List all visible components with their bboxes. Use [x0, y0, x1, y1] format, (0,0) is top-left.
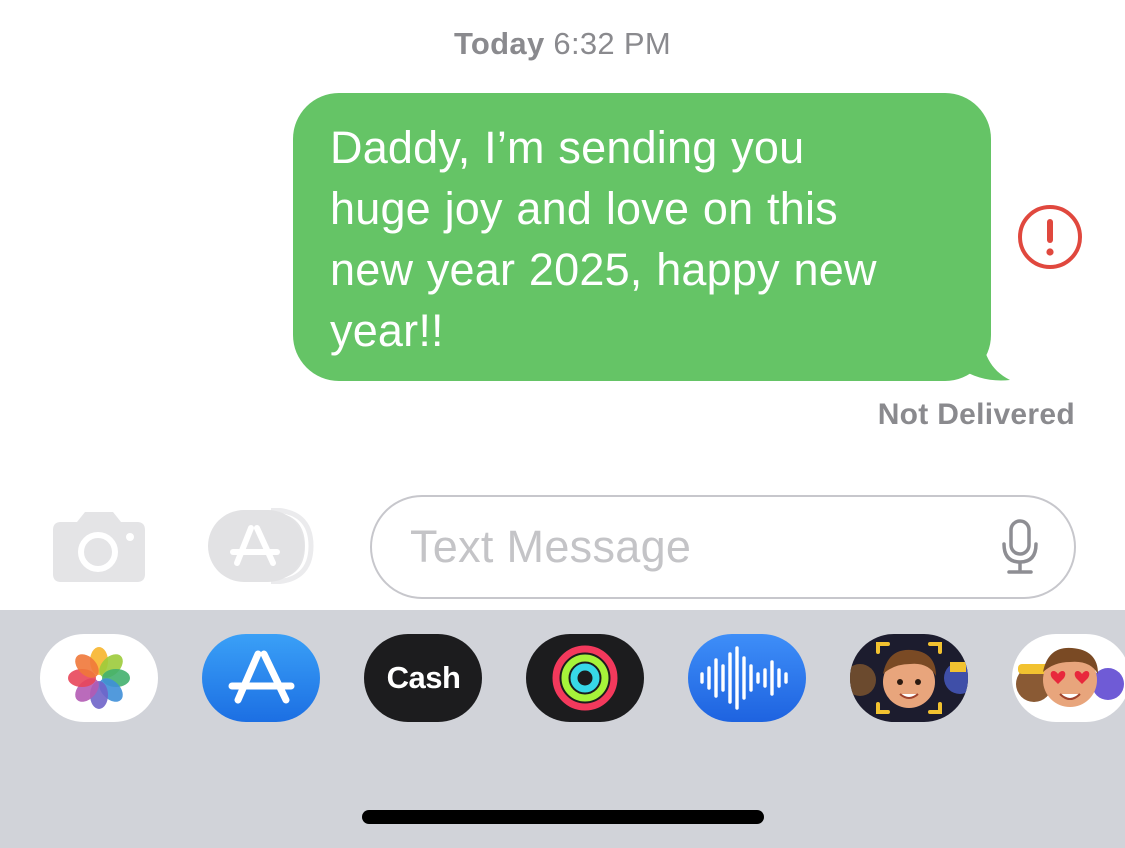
- photos-icon: [68, 647, 130, 709]
- app-store-icon: [228, 650, 295, 704]
- memoji-stickers-icon: [1016, 647, 1124, 707]
- message-input-placeholder: Text Message: [410, 521, 692, 572]
- delivery-status: Not Delivered: [877, 398, 1075, 431]
- memoji-camera-icon: [850, 642, 968, 714]
- message-line: huge joy and love on this: [330, 183, 838, 234]
- microphone-icon[interactable]: [1000, 519, 1040, 575]
- message-text: Daddy, I’m sending you huge joy and love…: [330, 117, 961, 361]
- memoji-app-button[interactable]: [850, 634, 968, 722]
- message-input[interactable]: Text Message: [370, 495, 1076, 599]
- camera-icon[interactable]: [53, 510, 145, 582]
- not-delivered-error-icon[interactable]: [1017, 204, 1083, 270]
- app-store-app-button[interactable]: [202, 634, 320, 722]
- home-indicator[interactable]: [362, 810, 764, 824]
- timestamp-time: 6:32 PM: [553, 26, 671, 61]
- message-line: Daddy, I’m sending you: [330, 122, 805, 173]
- photos-app-button[interactable]: [40, 634, 158, 722]
- waveform-icon: [700, 646, 788, 710]
- activity-rings-icon: [552, 645, 618, 711]
- message-line: year!!: [330, 305, 444, 356]
- messages-screen: Today 6:32 PM Daddy, I’m sending you hug…: [0, 0, 1125, 848]
- apple-cash-icon: Cash: [364, 634, 482, 722]
- apple-cash-app-button[interactable]: Cash: [364, 634, 482, 722]
- sent-message-bubble[interactable]: Daddy, I’m sending you huge joy and love…: [293, 93, 991, 381]
- app-store-icon[interactable]: [207, 508, 319, 584]
- memoji-stickers-app-button[interactable]: [1012, 634, 1125, 722]
- fitness-app-button[interactable]: [526, 634, 644, 722]
- timestamp-day: Today: [454, 26, 545, 61]
- message-timestamp: Today 6:32 PM: [0, 26, 1125, 62]
- cash-label: Cash: [386, 660, 461, 695]
- message-line: new year 2025, happy new: [330, 244, 877, 295]
- audio-message-app-button[interactable]: [688, 634, 806, 722]
